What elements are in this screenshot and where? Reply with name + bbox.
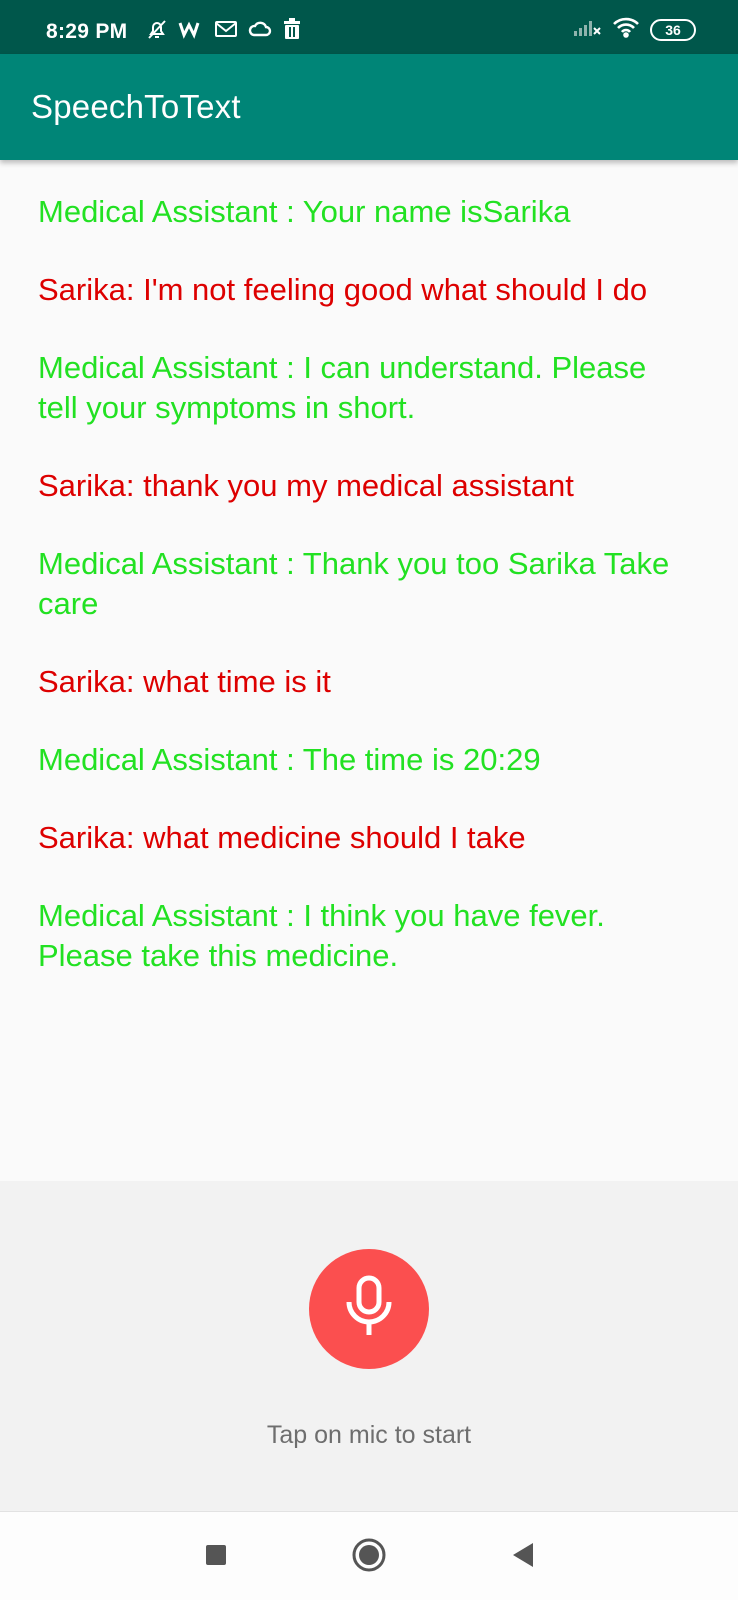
navigation-bar [0, 1511, 738, 1600]
back-button[interactable] [502, 1537, 542, 1577]
signal-icon [572, 16, 602, 43]
user-message: Sarika: what medicine should I take [38, 820, 526, 855]
mic-panel: Tap on mic to start [0, 1181, 738, 1511]
recents-button[interactable] [196, 1537, 236, 1577]
mic-button[interactable] [309, 1249, 429, 1369]
wifi-icon [612, 16, 640, 43]
battery-icon: 36 [650, 18, 696, 41]
cloud-icon [248, 19, 272, 44]
system-icons: 36 [572, 16, 696, 43]
notification-icons [146, 18, 302, 45]
home-button[interactable] [349, 1537, 389, 1577]
app-title: SpeechToText [31, 88, 241, 125]
chat-transcript: Medical Assistant : Your name isSarika S… [38, 192, 688, 1014]
user-message: Sarika: thank you my medical assistant [38, 468, 574, 503]
assistant-message: Medical Assistant : Thank you too Sarika… [38, 546, 670, 621]
recents-square-icon [204, 1543, 228, 1572]
assistant-message: Medical Assistant : I think you have fev… [38, 898, 605, 973]
status-time: 8:29 PM [46, 20, 128, 43]
assistant-message: Medical Assistant : I can understand. Pl… [38, 350, 647, 425]
assistant-message: Medical Assistant : Your name isSarika [38, 194, 571, 229]
home-circle-icon [351, 1537, 387, 1578]
mic-hint-text: Tap on mic to start [266, 1421, 472, 1449]
mute-icon [146, 18, 168, 45]
gmail-icon [214, 19, 238, 44]
trash-icon [282, 18, 302, 45]
user-message: Sarika: I'm not feeling good what should… [38, 272, 648, 307]
assistant-message: Medical Assistant : The time is 20:29 [38, 742, 541, 777]
user-message: Sarika: what time is it [38, 664, 331, 699]
microphone-icon [342, 1275, 396, 1344]
status-bar: 8:29 PM 36 [0, 0, 738, 54]
app-bar: SpeechToText [0, 54, 738, 160]
w-icon [178, 19, 204, 44]
back-triangle-icon [509, 1541, 535, 1574]
